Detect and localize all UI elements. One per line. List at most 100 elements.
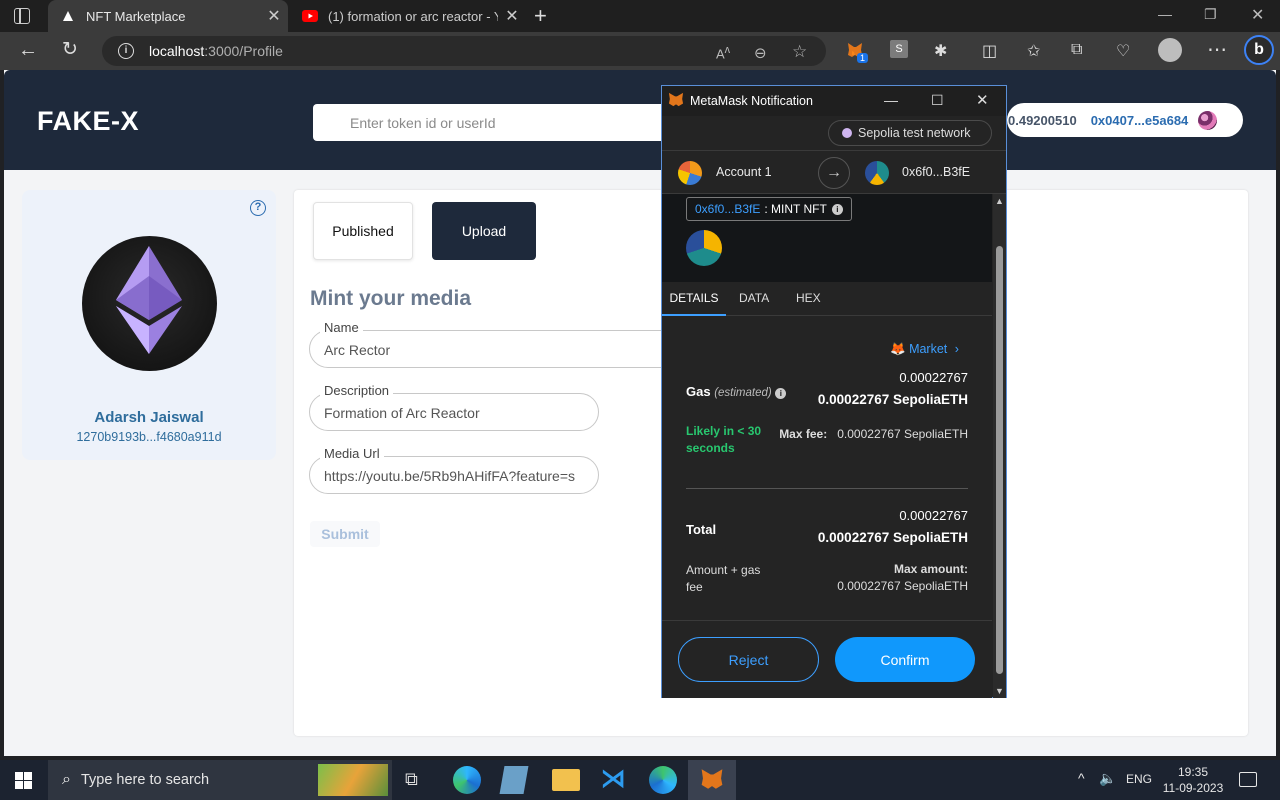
token-search-input[interactable]: [313, 104, 665, 141]
help-icon[interactable]: ?: [250, 200, 266, 216]
edge-dev-icon[interactable]: [649, 766, 677, 794]
field-value[interactable]: Arc Rector: [324, 342, 586, 358]
total-value-eth: 0.00022767 SepoliaETH: [817, 530, 968, 545]
search-highlight-image: [318, 764, 388, 796]
youtube-favicon-icon: [302, 10, 318, 22]
s-extension-icon[interactable]: S: [890, 40, 908, 58]
scroll-down-icon[interactable]: ▼: [995, 686, 1004, 696]
triangle-favicon-icon: [60, 10, 76, 22]
info-icon[interactable]: i: [831, 203, 843, 215]
reload-icon[interactable]: ↻: [62, 39, 78, 61]
search-icon: ⌕: [62, 771, 71, 788]
profile-id[interactable]: 1270b9193b...f4680a911d: [22, 430, 276, 444]
ethereum-avatar-icon: [82, 236, 217, 371]
description-field[interactable]: Description Formation of Arc Reactor: [309, 383, 599, 431]
tab-nft-marketplace[interactable]: NFT Marketplace ✕: [48, 0, 288, 32]
max-amount-label: Max amount:: [893, 562, 968, 576]
media-url-field[interactable]: Media Url https://youtu.be/5Rb9hAHifFA?f…: [309, 446, 599, 494]
gas-value-eth: 0.00022767 SepoliaETH: [817, 392, 968, 407]
profile-name: Adarsh Jaiswal: [94, 409, 204, 426]
read-aloud-icon[interactable]: Aʌ: [716, 44, 730, 61]
field-value[interactable]: Formation of Arc Reactor: [324, 405, 586, 421]
close-tab-icon[interactable]: ✕: [260, 6, 288, 26]
scrollbar-thumb[interactable]: [996, 246, 1003, 674]
zoom-out-icon[interactable]: ⊖: [754, 44, 767, 62]
metamask-taskbar-active[interactable]: [688, 760, 736, 800]
metamask-scrollbar[interactable]: ▲ ▼: [993, 194, 1006, 698]
market-fee-selector[interactable]: 🦊 Market ›: [890, 342, 959, 357]
vscode-icon[interactable]: ⋊: [600, 763, 628, 793]
tab-actions-icon[interactable]: [14, 8, 30, 24]
back-arrow-icon[interactable]: ←: [18, 39, 38, 61]
minimize-icon[interactable]: —: [884, 92, 898, 108]
file-explorer-icon[interactable]: [552, 769, 580, 791]
contract-avatar-icon: [686, 230, 722, 266]
restore-icon[interactable]: ❐: [1204, 6, 1217, 23]
field-label: Media Url: [320, 446, 384, 461]
total-label: Total: [686, 522, 717, 537]
scroll-up-icon[interactable]: ▲: [995, 196, 1004, 206]
close-tab-icon[interactable]: ✕: [498, 6, 526, 26]
notepad-icon[interactable]: [499, 766, 529, 794]
upload-tab-button[interactable]: Upload: [432, 202, 536, 260]
web-page: FAKE-X 0.49200510 0x0407...e5a684 ? Adar…: [4, 70, 1276, 756]
close-window-icon[interactable]: ✕: [1251, 5, 1264, 25]
site-info-icon[interactable]: i: [118, 43, 134, 59]
network-pill[interactable]: Sepolia test network: [828, 120, 992, 146]
edge-icon[interactable]: [453, 766, 481, 794]
to-account: 0x6f0...B3fE: [902, 165, 971, 179]
wallet-pill[interactable]: 0.49200510 0x0407...e5a684: [1007, 103, 1243, 137]
split-screen-icon[interactable]: ◫: [982, 41, 997, 61]
new-tab-icon[interactable]: +: [534, 3, 547, 29]
divider: [686, 488, 968, 489]
metamask-footer: Reject Confirm: [662, 620, 992, 698]
tab-details[interactable]: DETAILS: [662, 282, 726, 316]
tab-youtube[interactable]: (1) formation or arc reactor - You ✕: [290, 0, 526, 32]
network-name: Sepolia test network: [858, 126, 971, 140]
submit-button[interactable]: Submit: [310, 521, 380, 547]
volume-icon[interactable]: 🔈: [1099, 770, 1116, 787]
language-indicator[interactable]: ENG: [1126, 772, 1152, 786]
field-label: Description: [320, 383, 394, 398]
field-label: Name: [320, 320, 363, 335]
contract-address[interactable]: 0x6f0...B3fE: [695, 202, 760, 216]
info-icon[interactable]: i: [775, 388, 787, 399]
maximize-icon[interactable]: ☐: [931, 92, 944, 109]
amount-gas-label: Amount + gas fee: [686, 563, 761, 594]
favorite-star-icon[interactable]: ☆: [792, 42, 807, 62]
show-hidden-icons-icon[interactable]: ^: [1078, 770, 1085, 786]
address-bar[interactable]: i localhost:3000/Profile Aʌ ⊖ ☆: [102, 36, 826, 66]
bing-copilot-icon[interactable]: b: [1244, 35, 1274, 65]
reject-button[interactable]: Reject: [678, 637, 819, 682]
notifications-icon[interactable]: [1239, 772, 1257, 787]
more-menu-icon[interactable]: ⋯: [1207, 37, 1227, 62]
published-tab-button[interactable]: Published: [313, 202, 413, 260]
profile-avatar-icon[interactable]: [1158, 38, 1182, 62]
wallet-avatar-icon: [1198, 110, 1218, 130]
minimize-icon[interactable]: —: [1158, 6, 1172, 22]
confirm-button[interactable]: Confirm: [835, 637, 975, 682]
windows-taskbar: ⌕ Type here to search ⧉ ⋊ ^ 🔈 ENG 19:35 …: [0, 760, 1280, 800]
task-view-icon[interactable]: ⧉: [405, 769, 433, 797]
browser-essentials-icon[interactable]: ♡: [1116, 41, 1130, 61]
clock[interactable]: 19:35 11-09-2023: [1158, 764, 1228, 796]
field-value[interactable]: https://youtu.be/5Rb9hAHifFA?feature=s: [324, 468, 586, 484]
wallet-balance: 0.49200510: [1008, 112, 1077, 128]
site-brand[interactable]: FAKE-X: [37, 106, 139, 137]
name-field[interactable]: Name Arc Rector: [309, 320, 709, 368]
extensions-puzzle-icon[interactable]: ✱: [934, 41, 947, 61]
chevron-right-icon: ›: [954, 342, 959, 356]
max-amount-value: 0.00022767 SepoliaETH: [837, 579, 968, 593]
close-window-icon[interactable]: ✕: [976, 91, 989, 109]
network-dot-icon: [842, 128, 852, 138]
favorites-icon[interactable]: ✩: [1027, 41, 1040, 61]
tab-hex[interactable]: HEX: [796, 282, 821, 316]
extension-badge: 1: [857, 53, 869, 63]
collections-icon[interactable]: ⧉: [1071, 41, 1082, 59]
browser-toolbar: ← ↻ i localhost:3000/Profile Aʌ ⊖ ☆ 1 S …: [0, 32, 1280, 70]
recipient-avatar-icon: [865, 161, 889, 185]
tab-data[interactable]: DATA: [739, 282, 769, 316]
windows-start-icon[interactable]: [15, 772, 32, 794]
mint-title: Mint your media: [310, 287, 472, 310]
taskbar-search[interactable]: ⌕ Type here to search: [48, 760, 392, 800]
